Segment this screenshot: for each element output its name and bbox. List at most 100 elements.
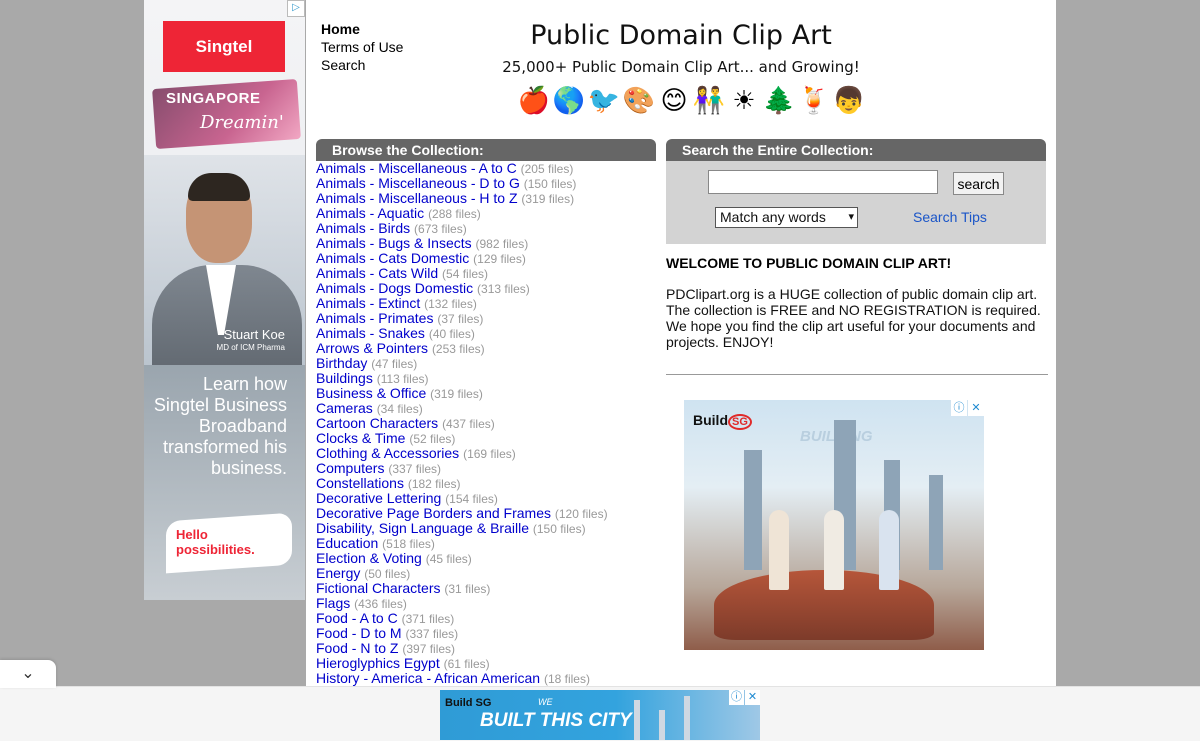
category-link[interactable]: Animals - Cats Wild [316,265,438,281]
list-item: Cameras (34 files) [316,400,656,417]
search-header: Search the Entire Collection: [666,139,1046,161]
list-item: Education (518 files) [316,535,656,552]
category-link[interactable]: Food - A to C [316,610,398,626]
search-tips-link[interactable]: Search Tips [913,209,987,225]
match-mode-value: Match any words [720,209,826,225]
campaign-title: SINGAPORE [166,90,261,107]
category-link[interactable]: Hieroglyphics Egypt [316,655,440,671]
list-item: Food - N to Z (397 files) [316,640,656,657]
file-count: (129 files) [473,252,526,266]
site-tagline: 25,000+ Public Domain Clip Art... and Gr… [502,58,860,76]
file-count: (182 files) [407,477,461,491]
list-item: Arrows & Pointers (253 files) [316,340,656,357]
nav-terms-link[interactable]: Terms of Use [321,38,403,56]
search-button[interactable]: search [953,172,1004,195]
file-count: (50 files) [364,567,411,581]
list-item: Animals - Dogs Domestic (313 files) [316,280,656,297]
ad-close-icon[interactable]: ✕ [968,400,984,416]
category-link[interactable]: Constellations [316,475,404,491]
cartoon-people-icon: 👫 [692,85,726,115]
category-link[interactable]: Decorative Page Borders and Frames [316,505,551,521]
category-link[interactable]: Clocks & Time [316,430,405,446]
nav-search-link[interactable]: Search [321,56,403,74]
list-item: Food - A to C (371 files) [316,610,656,627]
list-item: History - America - African American (18… [316,670,656,687]
file-count: (371 files) [401,612,455,626]
category-link[interactable]: Animals - Miscellaneous - D to G [316,175,520,191]
file-count: (518 files) [382,537,435,551]
file-count: (313 files) [477,282,530,296]
file-count: (34 files) [376,402,423,416]
list-item: Business & Office (319 files) [316,385,656,402]
list-item: Decorative Lettering (154 files) [316,490,656,507]
category-link[interactable]: Animals - Birds [316,220,410,236]
browse-header: Browse the Collection: [316,139,656,161]
file-count: (337 files) [405,627,459,641]
list-item: Animals - Miscellaneous - A to C (205 fi… [316,160,656,177]
category-link[interactable]: Election & Voting [316,550,422,566]
category-link[interactable]: Arrows & Pointers [316,340,428,356]
file-count: (982 files) [475,237,529,251]
category-link[interactable]: Buildings [316,370,373,386]
category-link[interactable]: Fictional Characters [316,580,441,596]
skyline-tower [744,450,762,570]
category-link[interactable]: Animals - Extinct [316,295,420,311]
ad-person-name: Stuart Koe [223,327,285,342]
browse-list: Animals - Miscellaneous - A to C (205 fi… [316,160,656,687]
adchoices-icon[interactable]: ▷ [287,0,305,17]
file-count: (132 files) [424,297,477,311]
category-link[interactable]: Disability, Sign Language & Braille [316,520,529,536]
welcome-body: PDClipart.org is a HUGE collection of pu… [666,286,1041,350]
category-link[interactable]: History - America - African American [316,670,540,686]
collapse-ad-button[interactable]: ⌄ [0,660,56,688]
ad-cta-text: Hello possibilities. [176,527,255,557]
category-link[interactable]: Animals - Miscellaneous - A to C [316,160,517,176]
list-item: Birthday (47 files) [316,355,656,372]
category-link[interactable]: Food - D to M [316,625,402,641]
ad-close-icon[interactable]: ✕ [745,690,760,705]
category-link[interactable]: Animals - Snakes [316,325,425,341]
file-count: (40 files) [428,327,475,341]
ad-info-icon[interactable]: ⓘ [951,400,967,416]
list-item: Cartoon Characters (437 files) [316,415,656,432]
category-link[interactable]: Birthday [316,355,367,371]
category-link[interactable]: Animals - Bugs & Insects [316,235,472,251]
category-link[interactable]: Animals - Primates [316,310,433,326]
right-display-ad[interactable]: BuildSG BUILDING ⓘ ✕ [684,400,984,650]
file-count: (437 files) [442,417,495,431]
category-link[interactable]: Decorative Lettering [316,490,441,506]
ad-info-icon[interactable]: ⓘ [729,690,744,705]
category-link[interactable]: Animals - Aquatic [316,205,424,221]
smiley-icon: 😊 [660,85,688,115]
welcome-title: WELCOME TO PUBLIC DOMAIN CLIP ART! [666,255,952,271]
list-item: Fictional Characters (31 files) [316,580,656,597]
site-title: Public Domain Clip Art [530,20,832,51]
list-item: Computers (337 files) [316,460,656,477]
nav-home-link[interactable]: Home [321,20,403,38]
category-link[interactable]: Animals - Miscellaneous - H to Z [316,190,518,206]
ad-figure [879,510,899,590]
bottom-banner-ad[interactable]: Build SG WE BUILT THIS CITY ⓘ ✕ [440,690,760,740]
category-link[interactable]: Food - N to Z [316,640,398,656]
list-item: Animals - Cats Domestic (129 files) [316,250,656,267]
category-link[interactable]: Education [316,535,378,551]
category-link[interactable]: Computers [316,460,384,476]
category-link[interactable]: Energy [316,565,360,581]
category-link[interactable]: Flags [316,595,350,611]
list-item: Animals - Aquatic (288 files) [316,205,656,222]
category-link[interactable]: Clothing & Accessories [316,445,459,461]
left-skyscraper-ad[interactable]: ▷ Singtel SINGAPORE Dreamin' Stuart Koe … [144,0,305,600]
file-count: (150 files) [532,522,586,536]
category-link[interactable]: Animals - Cats Domestic [316,250,469,266]
category-link[interactable]: Business & Office [316,385,426,401]
file-count: (61 files) [443,657,490,671]
search-input[interactable] [708,170,938,194]
match-mode-select[interactable]: Match any words ▾ [715,207,858,228]
blender-icon: 🍹 [797,85,831,115]
category-link[interactable]: Cameras [316,400,373,416]
list-item: Animals - Birds (673 files) [316,220,656,237]
ad-pitch-text: Learn how Singtel Business Broadband tra… [153,374,287,478]
list-item: Animals - Bugs & Insects (982 files) [316,235,656,252]
category-link[interactable]: Cartoon Characters [316,415,438,431]
category-link[interactable]: Animals - Dogs Domestic [316,280,473,296]
